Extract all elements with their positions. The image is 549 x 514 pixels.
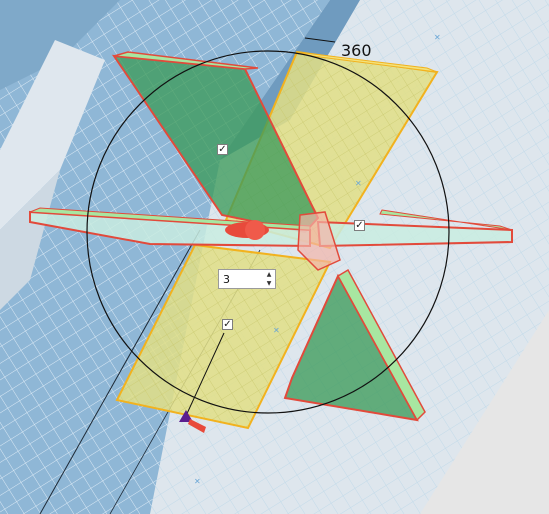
rotation-angle-label: 360 xyxy=(341,41,372,60)
3d-viewport[interactable]: ✕ ✕ ✕ ✕ xyxy=(0,0,549,514)
svg-text:✕: ✕ xyxy=(273,326,280,335)
copies-stepper[interactable]: ▲ ▼ xyxy=(218,269,276,289)
plane-select-checkbox-right[interactable]: ✓ xyxy=(354,220,365,231)
plane-select-checkbox-top[interactable]: ✓ xyxy=(217,144,228,155)
copies-input[interactable] xyxy=(219,271,263,287)
svg-text:✕: ✕ xyxy=(434,33,441,42)
spin-down-button[interactable]: ▼ xyxy=(263,279,275,288)
spin-up-button[interactable]: ▲ xyxy=(263,270,275,279)
plane-select-checkbox-bottom[interactable]: ✓ xyxy=(222,319,233,330)
svg-text:✕: ✕ xyxy=(355,179,362,188)
svg-text:✕: ✕ xyxy=(194,477,201,486)
spin-buttons: ▲ ▼ xyxy=(263,270,275,288)
